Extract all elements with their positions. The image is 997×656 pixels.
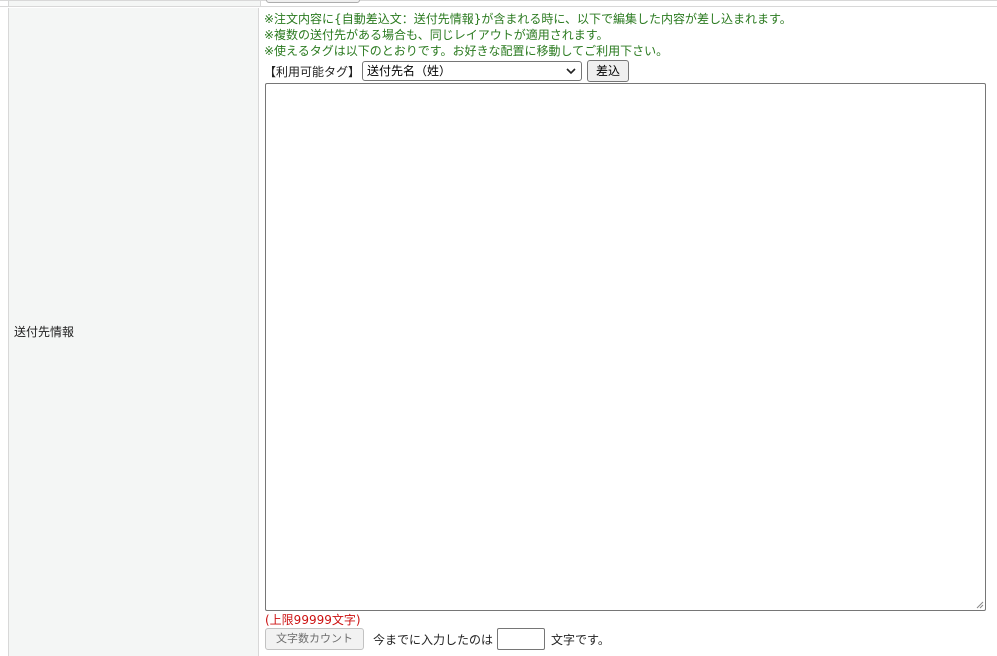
instruction-notes: ※注文内容に{自動差込文：送付先情報}が含まれる時に、以下で編集した内容が差し込…	[264, 11, 792, 59]
character-count-row: 文字数カウント 今までに入力したのは 文字です。	[265, 627, 610, 651]
character-limit-note: (上限99999文字)	[265, 613, 361, 627]
previous-row-remnant	[0, 0, 997, 7]
form-table: 送付先情報 ※注文内容に{自動差込文：送付先情報}が含まれる時に、以下で編集した…	[0, 0, 997, 656]
row-label: 送付先情報	[14, 325, 75, 339]
count-suffix: 文字です。	[551, 632, 610, 647]
count-prefix: 今までに入力したのは	[373, 632, 494, 647]
note-line: ※複数の送付先がある場合も、同じレイアウトが適用されます。	[264, 28, 609, 42]
row-label-cell: 送付先情報	[8, 8, 259, 656]
note-line: ※使えるタグは以下のとおりです。お好きな配置に移動してご利用下さい。	[264, 44, 669, 58]
resize-grip-icon[interactable]	[975, 600, 984, 609]
tag-select[interactable]: 送付先名（姓）	[362, 61, 583, 81]
note-line: ※注文内容に{自動差込文：送付先情報}が含まれる時に、以下で編集した内容が差し込…	[264, 12, 792, 26]
previous-row-button[interactable]	[266, 0, 360, 3]
row-content-cell: ※注文内容に{自動差込文：送付先情報}が含まれる時に、以下で編集した内容が差し込…	[260, 8, 997, 656]
insert-tag-button[interactable]: 差込	[587, 60, 630, 82]
tag-select-value: 送付先名（姓）	[367, 64, 452, 78]
recipient-info-textarea[interactable]	[265, 83, 986, 611]
tag-label: 【利用可能タグ】	[264, 64, 361, 79]
chevron-down-icon	[566, 68, 576, 75]
tag-toolbar: 【利用可能タグ】 送付先名（姓） 差込	[264, 60, 630, 82]
count-characters-button[interactable]: 文字数カウント	[265, 628, 364, 650]
character-count-field[interactable]	[497, 628, 546, 650]
previous-row-label-cell	[8, 1, 261, 6]
